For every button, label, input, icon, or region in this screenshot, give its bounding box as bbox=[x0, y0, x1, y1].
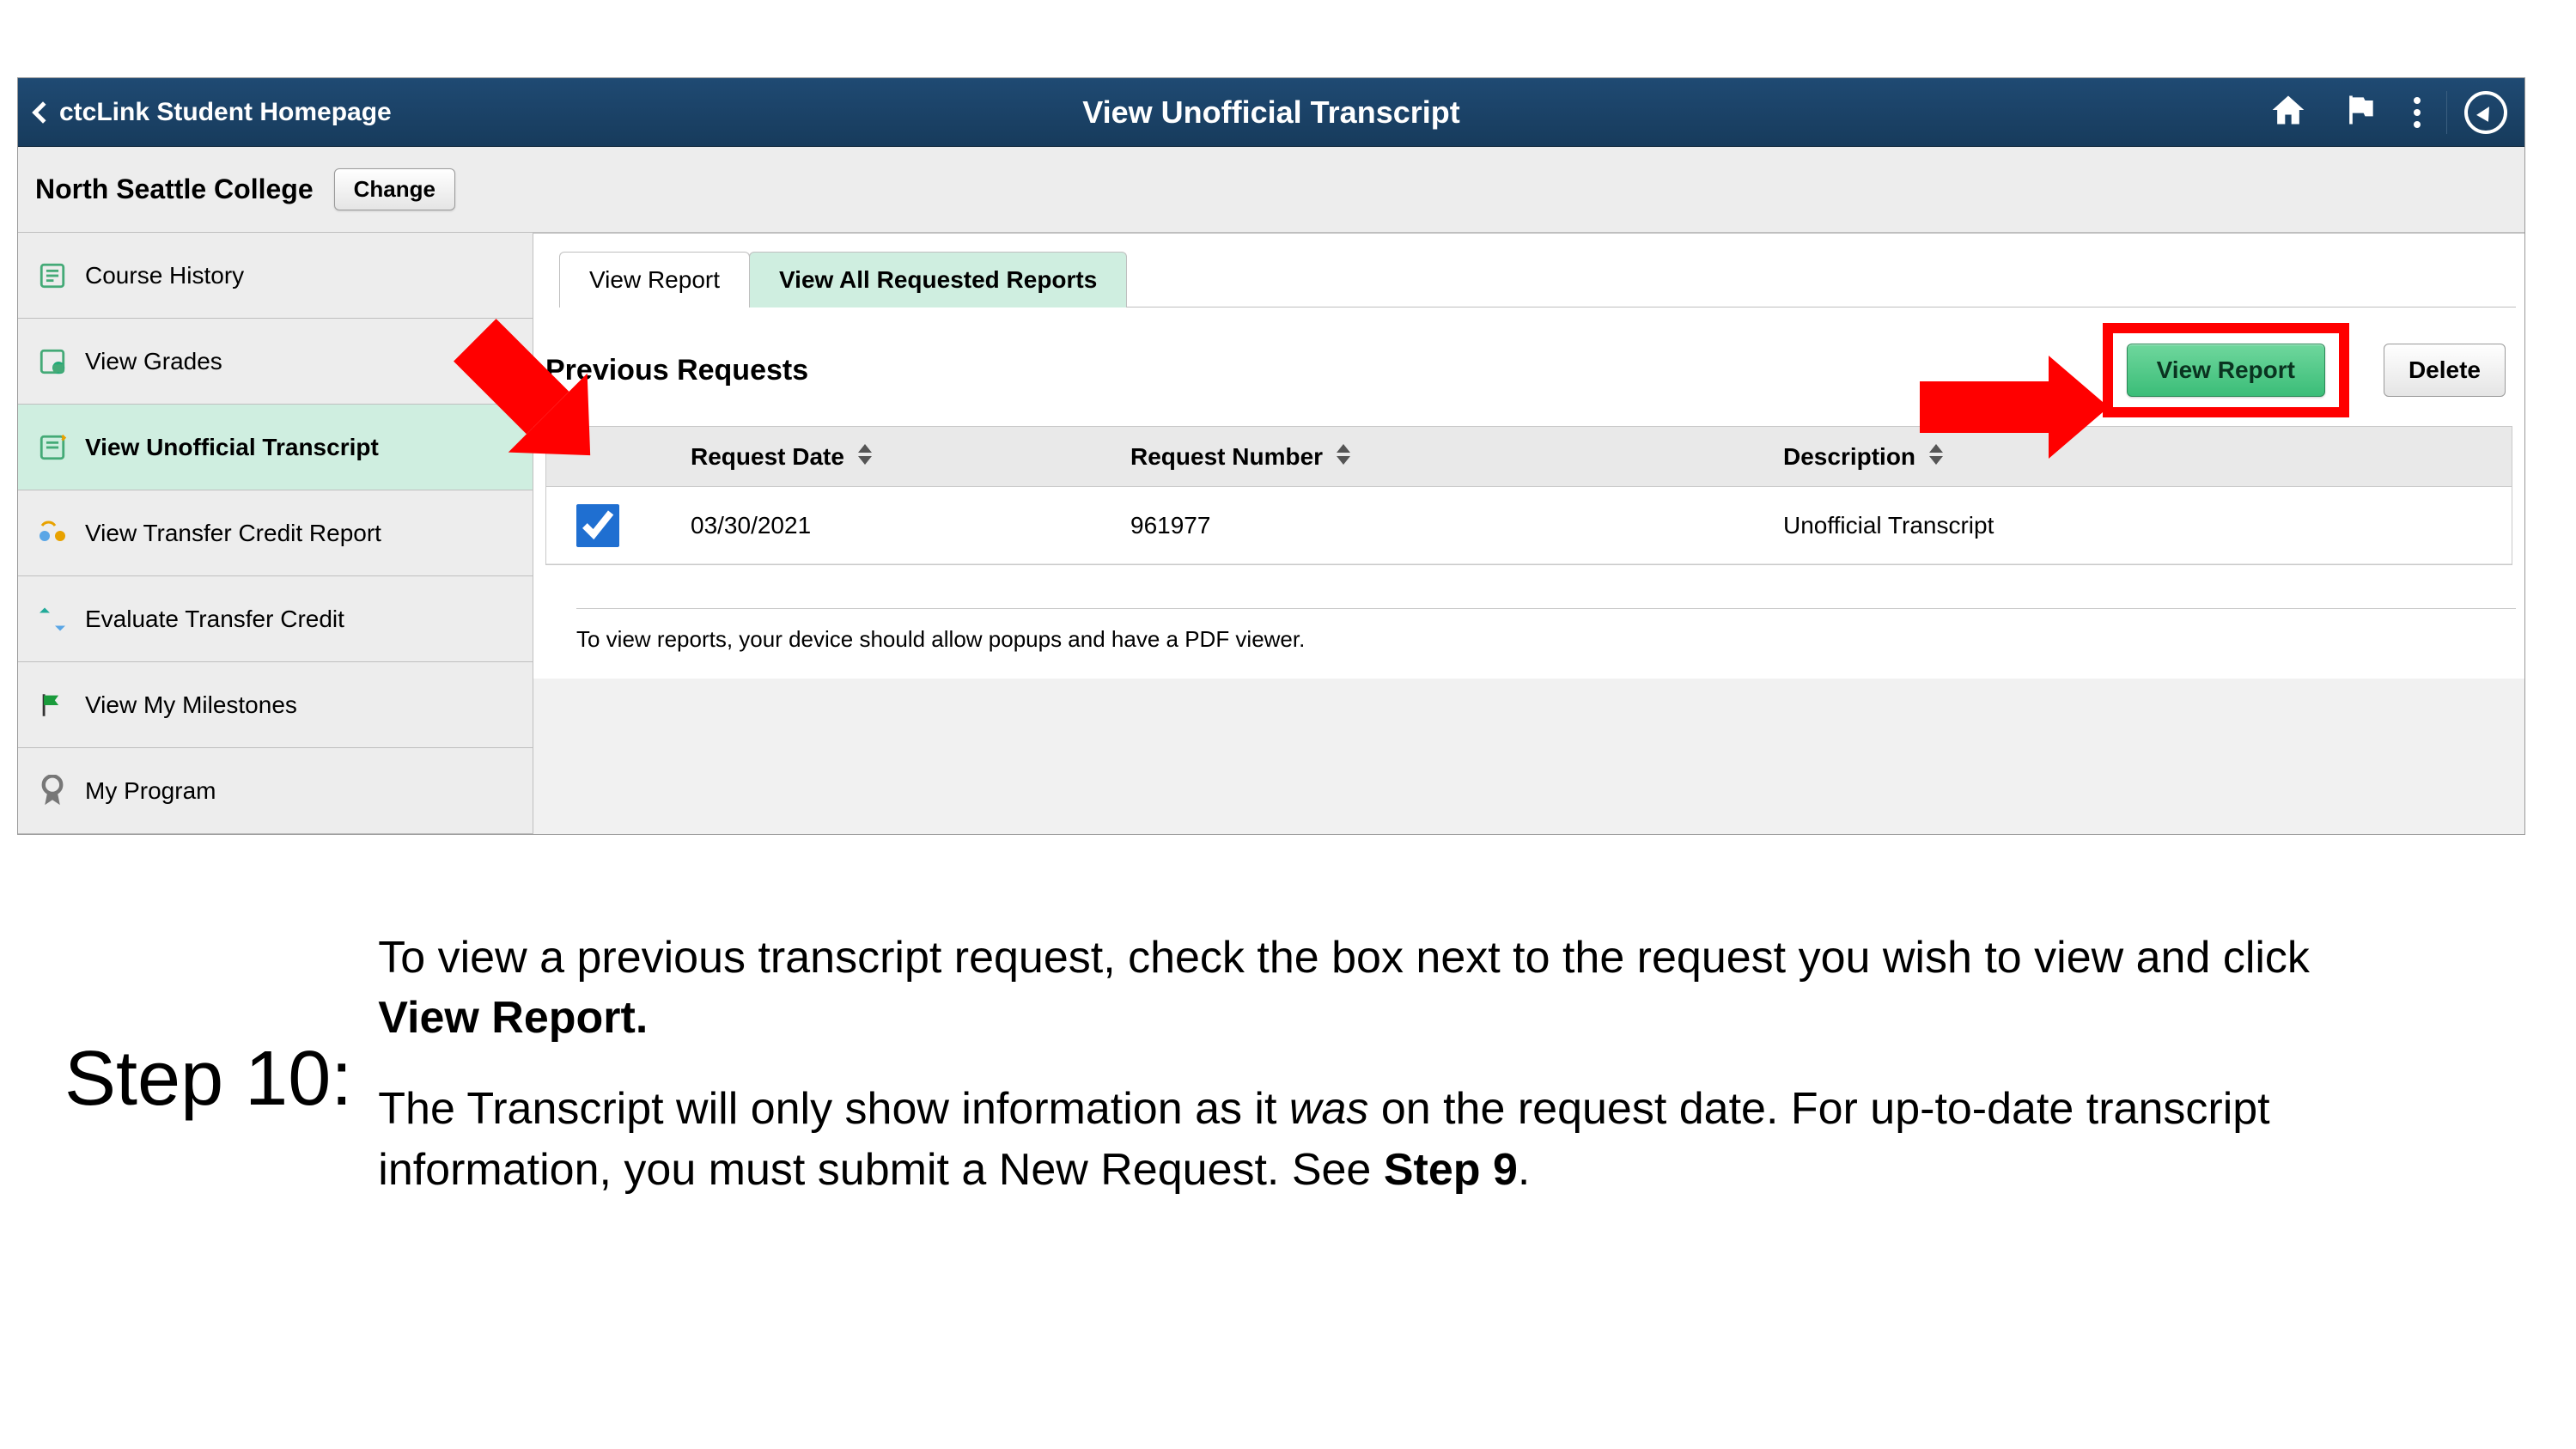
action-buttons: View Report Delete bbox=[2103, 323, 2506, 417]
col-date-label: Request Date bbox=[691, 443, 844, 470]
college-name: North Seattle College bbox=[35, 174, 314, 205]
kebab-menu-icon[interactable] bbox=[2414, 97, 2421, 128]
transcript-icon bbox=[35, 430, 70, 465]
main-content: View Report View All Requested Reports P… bbox=[533, 233, 2524, 679]
transfer-arrows-icon bbox=[35, 602, 70, 636]
instruction-emphasis: was bbox=[1289, 1084, 1368, 1134]
sort-icon bbox=[858, 444, 872, 465]
tab-view-report[interactable]: View Report bbox=[559, 252, 750, 307]
flag-icon[interactable] bbox=[2342, 91, 2379, 133]
row-number-cell: 961977 bbox=[1130, 512, 1783, 539]
view-report-highlight-box: View Report bbox=[2103, 323, 2349, 417]
col-number-label: Request Number bbox=[1130, 443, 1323, 470]
instruction-line-2: The Transcript will only show informatio… bbox=[378, 1079, 2384, 1199]
grades-icon: 95 bbox=[35, 344, 70, 379]
app-window: ctcLink Student Homepage View Unofficial… bbox=[17, 77, 2525, 835]
sidebar-item-label: View My Milestones bbox=[85, 691, 297, 719]
compass-icon bbox=[2464, 91, 2507, 134]
tab-view-all-requested[interactable]: View All Requested Reports bbox=[749, 252, 1127, 307]
viewer-hint: To view reports, your device should allo… bbox=[576, 608, 2516, 653]
sidebar-item-label: Evaluate Transfer Credit bbox=[85, 606, 344, 633]
nav-compass-button[interactable] bbox=[2446, 91, 2507, 134]
annotation-arrow-to-view-report bbox=[1920, 356, 2109, 459]
flag-green-icon bbox=[35, 688, 70, 722]
instruction-keyword: View Report. bbox=[378, 993, 648, 1043]
side-nav: Course History 95 View Grades View Unoff… bbox=[18, 233, 533, 834]
back-label: ctcLink Student Homepage bbox=[59, 98, 392, 127]
instruction-keyword: Step 9 bbox=[1384, 1145, 1518, 1195]
sidebar-item-course-history[interactable]: Course History bbox=[18, 233, 533, 319]
transfer-report-icon bbox=[35, 516, 70, 551]
instruction-text: The Transcript will only show informatio… bbox=[378, 1084, 1289, 1134]
step-body: To view a previous transcript request, c… bbox=[378, 928, 2384, 1231]
home-icon[interactable] bbox=[2269, 91, 2307, 133]
step-label: Step 10: bbox=[64, 1035, 352, 1123]
sort-icon bbox=[1337, 444, 1350, 465]
ribbon-icon bbox=[35, 774, 70, 808]
sidebar-item-evaluate-transfer-credit[interactable]: Evaluate Transfer Credit bbox=[18, 576, 533, 662]
row-check-cell bbox=[546, 510, 649, 541]
chevron-left-icon bbox=[32, 101, 53, 123]
view-report-button[interactable]: View Report bbox=[2127, 344, 2325, 397]
list-icon bbox=[35, 259, 70, 293]
instruction-text: . bbox=[1518, 1145, 1530, 1195]
col-desc-label: Description bbox=[1783, 443, 1915, 470]
col-number-header[interactable]: Request Number bbox=[1130, 443, 1783, 471]
delete-button[interactable]: Delete bbox=[2384, 344, 2506, 397]
requests-table: Request Date Request Number Description bbox=[545, 426, 2512, 565]
page-title: View Unofficial Transcript bbox=[1082, 94, 1459, 131]
table-row: 03/30/2021 961977 Unofficial Transcript bbox=[546, 487, 2512, 564]
table-header: Request Date Request Number Description bbox=[546, 427, 2512, 487]
sidebar-item-view-milestones[interactable]: View My Milestones bbox=[18, 662, 533, 748]
sidebar-item-label: Course History bbox=[85, 262, 244, 289]
row-date-cell: 03/30/2021 bbox=[649, 512, 1130, 539]
tabs: View Report View All Requested Reports bbox=[559, 251, 2516, 307]
sidebar-item-my-program[interactable]: My Program bbox=[18, 748, 533, 834]
instructions-block: Step 10: To view a previous transcript r… bbox=[64, 928, 2384, 1231]
back-nav-button[interactable]: ctcLink Student Homepage bbox=[35, 98, 392, 127]
top-banner: ctcLink Student Homepage View Unofficial… bbox=[18, 78, 2524, 147]
col-desc-header[interactable]: Description bbox=[1783, 443, 2512, 471]
instruction-line-1: To view a previous transcript request, c… bbox=[378, 928, 2384, 1048]
col-date-header[interactable]: Request Date bbox=[649, 443, 1130, 471]
change-button[interactable]: Change bbox=[334, 168, 455, 210]
instruction-text: To view a previous transcript request, c… bbox=[378, 933, 2310, 983]
sidebar-item-unofficial-transcript[interactable]: View Unofficial Transcript bbox=[18, 405, 533, 490]
banner-actions bbox=[2269, 91, 2507, 134]
section-header: Previous Requests View Report Delete bbox=[542, 323, 2516, 426]
sidebar-item-transfer-credit-report[interactable]: View Transfer Credit Report bbox=[18, 490, 533, 576]
sidebar-item-label: My Program bbox=[85, 777, 216, 805]
row-desc-cell: Unofficial Transcript bbox=[1783, 512, 2512, 539]
row-checkbox[interactable] bbox=[576, 503, 619, 546]
sidebar-item-label: View Unofficial Transcript bbox=[85, 434, 379, 461]
sidebar-item-label: View Grades bbox=[85, 348, 222, 375]
body-row: Course History 95 View Grades View Unoff… bbox=[18, 233, 2524, 834]
svg-text:95: 95 bbox=[54, 364, 64, 374]
institution-bar: North Seattle College Change bbox=[18, 147, 2524, 233]
sidebar-item-label: View Transfer Credit Report bbox=[85, 520, 381, 547]
